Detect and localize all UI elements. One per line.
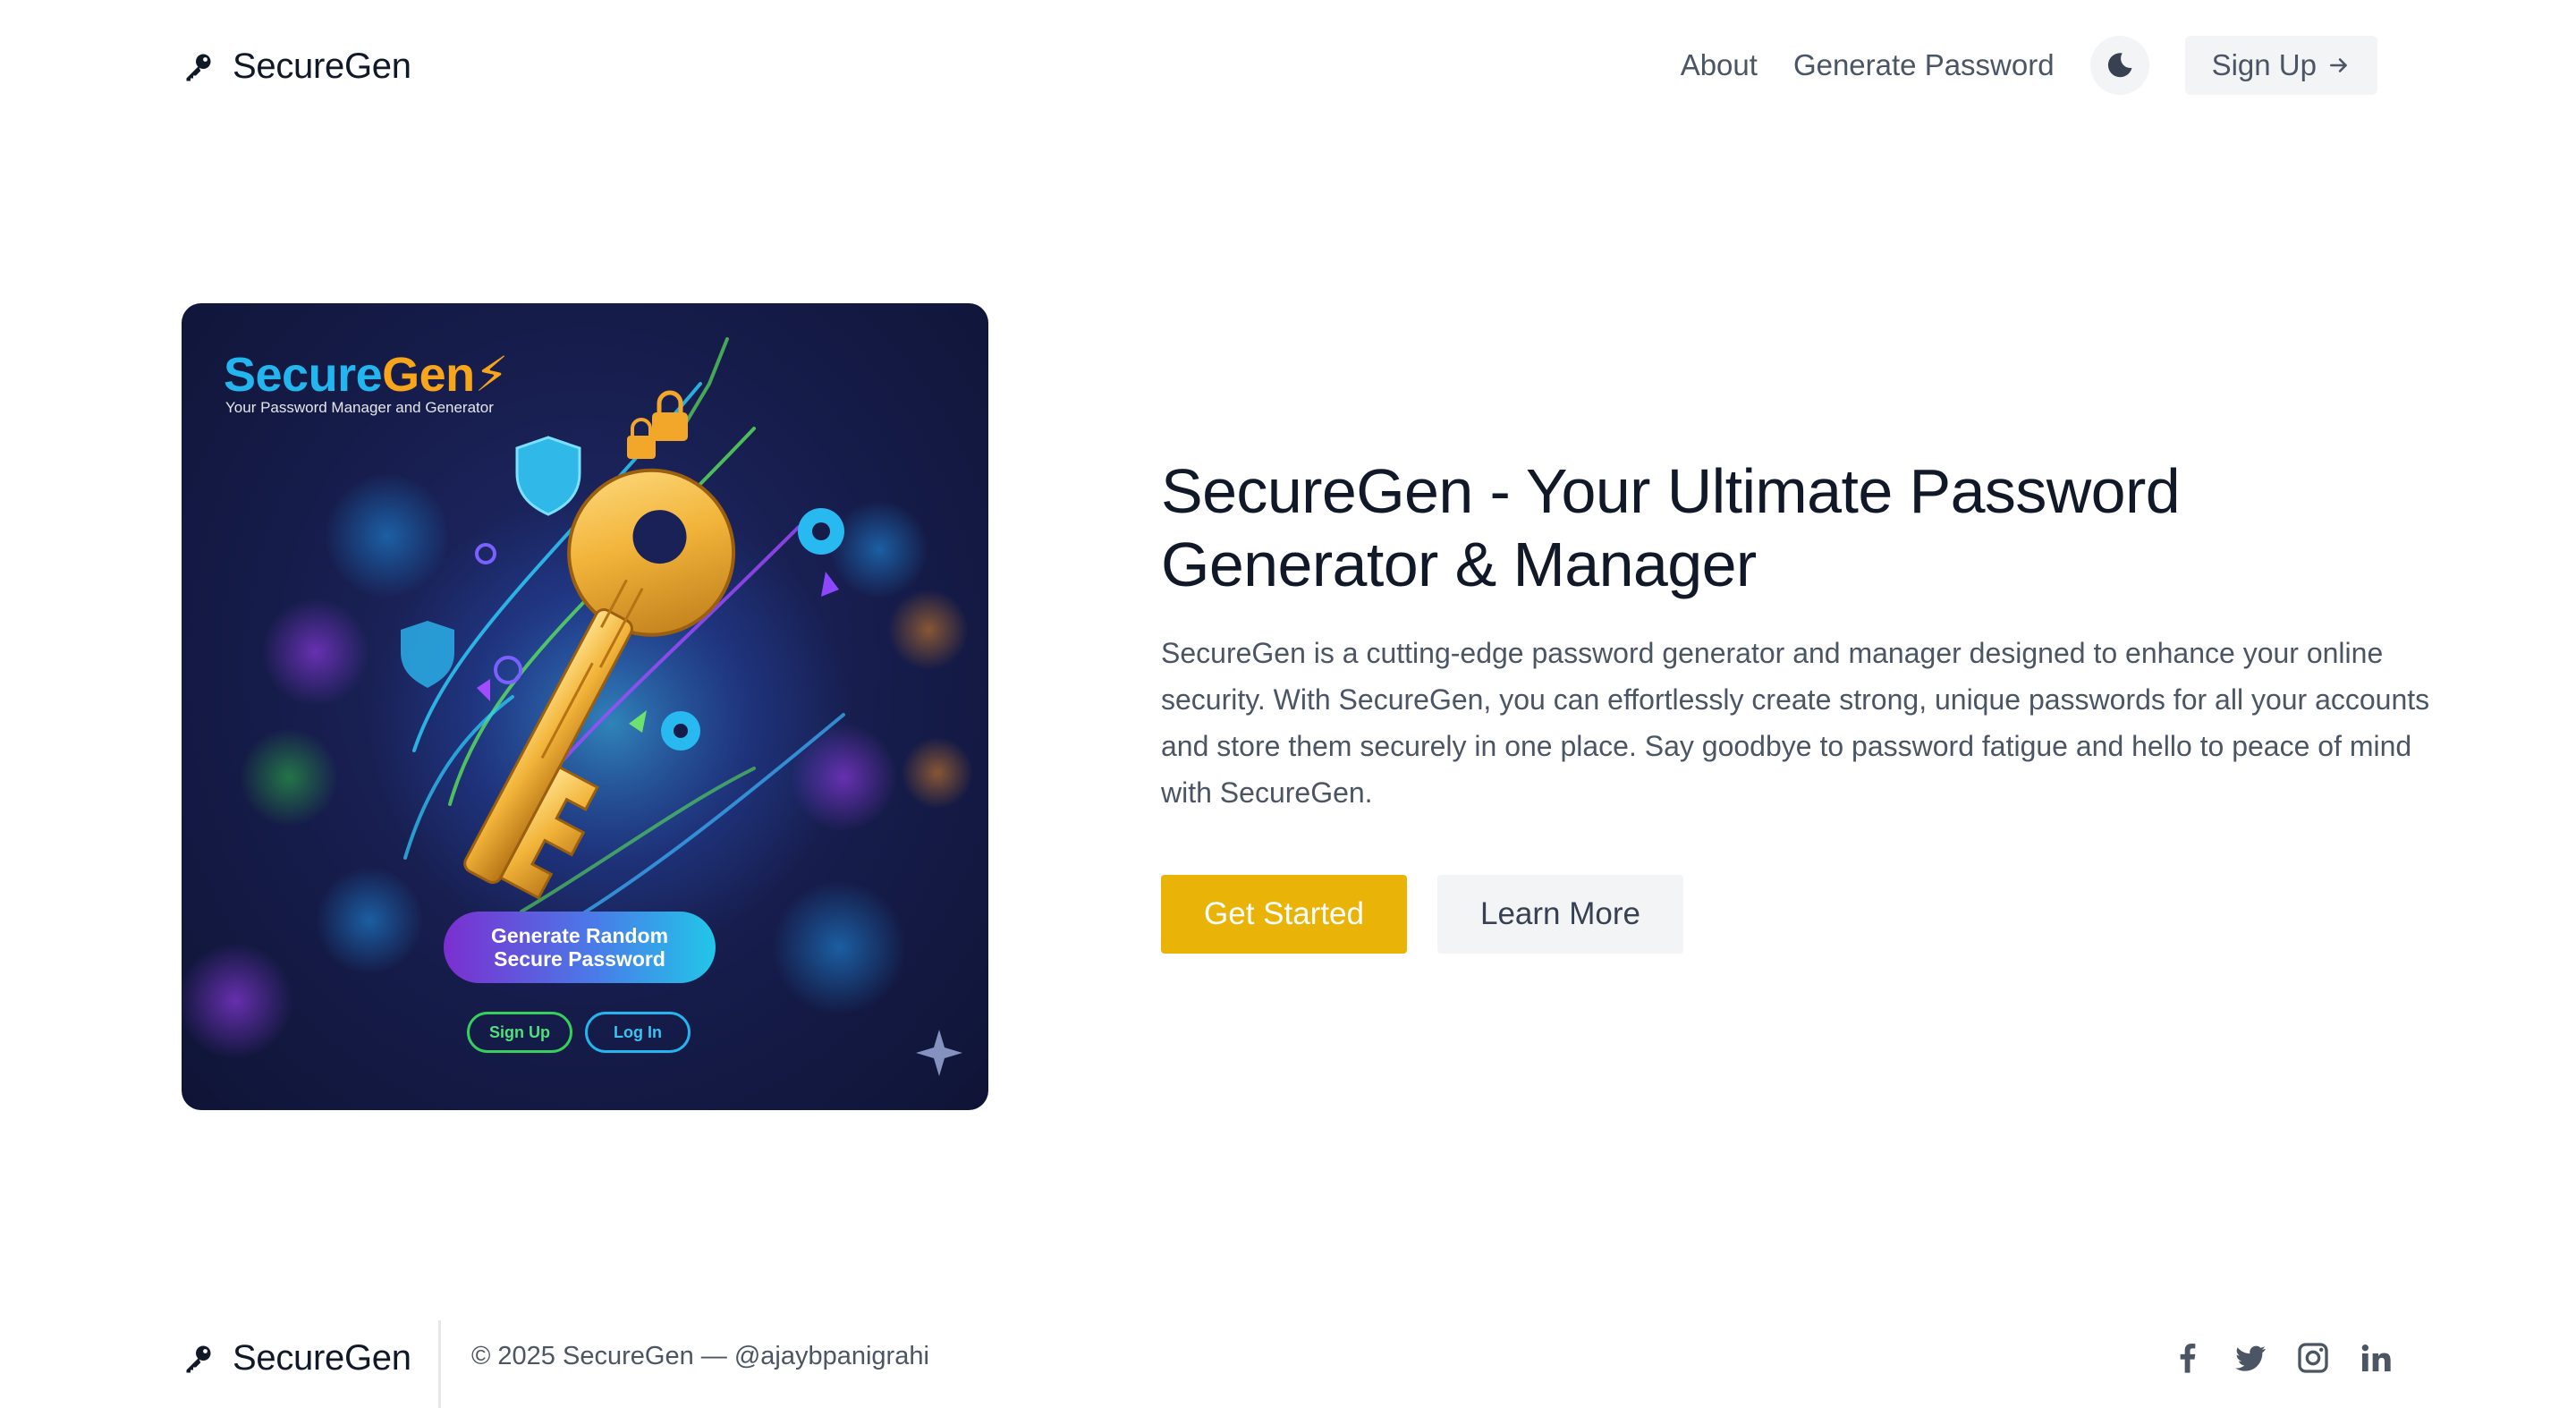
hero-text-block: SecureGen - Your Ultimate Password Gener… (1161, 454, 2431, 816)
key-illustration (182, 337, 973, 1076)
footer-brand-name: SecureGen (233, 1337, 411, 1378)
illustration-login-pill: Log In (585, 1012, 691, 1053)
linkedin-link[interactable] (2358, 1340, 2394, 1376)
key-icon (186, 1345, 211, 1373)
twitter-icon (2235, 1345, 2266, 1371)
site-footer: SecureGen © 2025 SecureGen — @ajaybpanig… (0, 1320, 2576, 1408)
hero-description: SecureGen is a cutting-edge password gen… (1161, 637, 2430, 809)
facebook-link[interactable] (2170, 1340, 2206, 1376)
moon-icon (2107, 53, 2132, 78)
author-handle-link[interactable]: @ajaybpanigrahi (734, 1342, 929, 1370)
nav-link-about[interactable]: About (1681, 48, 1758, 82)
lightning-icon: ⚡ (474, 348, 509, 402)
linkedin-icon (2361, 1344, 2391, 1371)
copyright-text: © 2025 SecureGen — @ajaybpanigrahi (471, 1342, 929, 1370)
hero-title: SecureGen - Your Ultimate Password Gener… (1161, 456, 2181, 599)
learn-more-button[interactable]: Learn More (1436, 875, 1683, 954)
brand-name: SecureGen (233, 46, 411, 86)
signup-label: Sign Up (2211, 48, 2317, 81)
hero-actions: Get Started Learn More (1161, 875, 1683, 954)
illustration-generate-button: Generate Random Secure Password (444, 912, 716, 983)
instagram-link[interactable] (2295, 1340, 2331, 1376)
instagram-icon (2298, 1343, 2328, 1373)
get-started-button[interactable]: Get Started (1161, 875, 1407, 954)
signup-button[interactable]: Sign Up (2184, 36, 2377, 95)
facebook-icon (2180, 1344, 2196, 1373)
social-links (2170, 1340, 2394, 1376)
key-icon (186, 54, 211, 81)
hero-illustration: SecureGen⚡ Your Password Manager and Gen… (182, 303, 988, 1110)
brand-logo-link[interactable]: SecureGen (182, 41, 411, 91)
nav-link-generate-password[interactable]: Generate Password (1793, 48, 2055, 82)
illustration-subtitle: Your Password Manager and Generator (225, 399, 494, 416)
footer-divider (438, 1320, 441, 1408)
illustration-title: SecureGen⚡ (224, 348, 509, 402)
site-header: SecureGen About Generate Password Sign U… (0, 0, 2576, 132)
theme-toggle-button[interactable] (2089, 36, 2149, 95)
main-nav: About Generate Password Sign Up (1681, 36, 2377, 95)
illustration-signup-pill: Sign Up (467, 1012, 572, 1053)
arrow-right-icon (2330, 58, 2347, 72)
footer-brand-link[interactable]: SecureGen (182, 1333, 411, 1383)
twitter-link[interactable] (2233, 1340, 2268, 1376)
